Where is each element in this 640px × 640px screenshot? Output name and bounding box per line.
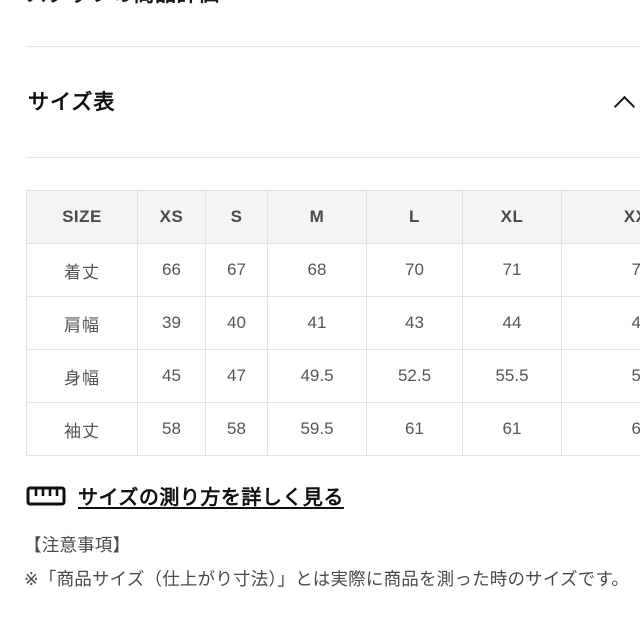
table-cell: 41 [267,296,367,350]
table-cell: 61 [561,402,640,456]
row-label: 身幅 [26,349,138,403]
size-table-scroll-container[interactable]: SIZE XS S M L XL XXL 着丈 66 67 68 70 71 [26,190,640,456]
table-cell: 59.5 [267,402,367,456]
size-measurement-guide-label: サイズの測り方を詳しく見る [78,487,344,509]
column-header-m: M [267,190,367,244]
table-cell: 68 [267,243,367,297]
size-table: SIZE XS S M L XL XXL 着丈 66 67 68 70 71 [26,190,640,456]
column-header-s: S [205,190,268,244]
table-cell: 61 [366,402,463,456]
table-cell: 44 [462,296,562,350]
table-cell: 67 [205,243,268,297]
column-header-xl: XL [462,190,562,244]
row-label: 着丈 [26,243,138,297]
table-cell: 66 [137,243,206,297]
notes-section: 【注意事項】 ※「商品サイズ（仕上がり寸法）」とは実際に商品を測った時のサイズで… [24,528,640,596]
chevron-up-icon [613,95,635,117]
page-title: サイズ表 [28,90,116,114]
table-cell: 71 [462,243,562,297]
table-cell: 72 [561,243,640,297]
column-header-size: SIZE [26,190,138,244]
size-measurement-guide-link[interactable]: サイズの測り方を詳しく見る [26,481,344,510]
table-cell: 52.5 [366,349,463,403]
divider-top [26,46,640,47]
table-cell: 49.5 [267,349,367,403]
column-header-xs: XS [137,190,206,244]
column-header-l: L [366,190,463,244]
column-header-xxl: XXL [561,190,640,244]
row-label: 肩幅 [26,296,138,350]
table-row: 袖丈 58 58 59.5 61 61 61 [26,402,640,456]
table-cell: 39 [137,296,206,350]
table-cell: 43 [366,296,463,350]
table-cell: 70 [366,243,463,297]
divider-bottom [26,157,640,158]
table-cell: 55.5 [462,349,562,403]
notes-title: 【注意事項】 [24,535,131,555]
table-cell: 58 [205,402,268,456]
table-cell: 45 [561,296,640,350]
table-cell: 45 [137,349,206,403]
table-cell: 47 [205,349,268,403]
row-label: 袖丈 [26,402,138,456]
previous-section-title: スタッフの商品評価 [26,0,220,8]
size-chart-page: スタッフの商品評価 サイズ表 SIZE XS S M L XL XXL [0,0,640,640]
table-cell: 61 [462,402,562,456]
table-row: 身幅 45 47 49.5 52.5 55.5 57 [26,349,640,403]
ruler-icon [26,486,66,505]
table-row: 肩幅 39 40 41 43 44 45 [26,296,640,350]
table-row: 着丈 66 67 68 70 71 72 [26,243,640,297]
size-chart-section-header[interactable]: サイズ表 [0,78,640,126]
table-header-row: SIZE XS S M L XL XXL [26,190,640,244]
table-cell: 57 [561,349,640,403]
table-cell: 40 [205,296,268,350]
table-cell: 58 [137,402,206,456]
collapse-toggle-button[interactable] [604,84,640,124]
notes-body: ※「商品サイズ（仕上がり寸法）」とは実際に商品を測った時のサイズです。 [24,569,630,589]
